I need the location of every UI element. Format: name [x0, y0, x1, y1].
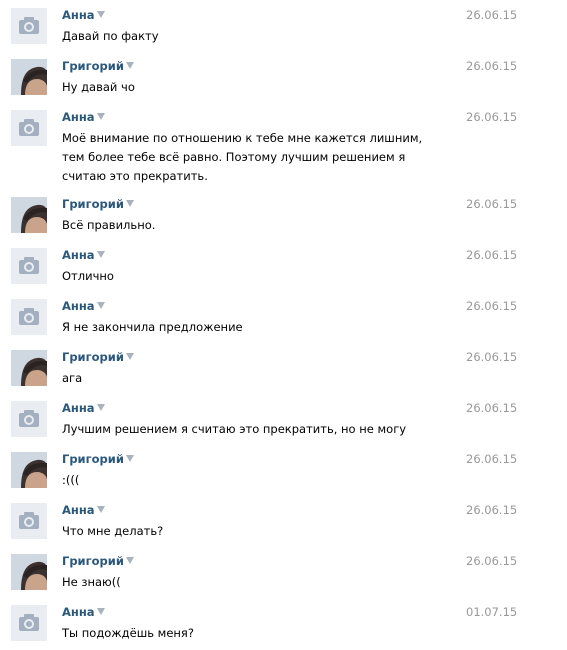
user-photo: [11, 350, 47, 386]
camera-icon: [11, 248, 47, 284]
message-text: Моё внимание по отношению к тебе мне каж…: [62, 131, 423, 183]
author-name[interactable]: Григорий: [62, 58, 134, 74]
message-date[interactable]: 26.06.15: [466, 109, 517, 125]
avatar[interactable]: [11, 8, 47, 44]
message-date[interactable]: 26.06.15: [466, 451, 517, 467]
author-name[interactable]: Григорий: [62, 451, 134, 467]
message-date[interactable]: 26.06.15: [466, 502, 517, 518]
avatar[interactable]: [11, 350, 47, 386]
user-photo: [11, 59, 47, 95]
message-text: Ты подождёшь меня?: [62, 626, 194, 640]
author-name[interactable]: Григорий: [62, 553, 134, 569]
camera-icon: [11, 503, 47, 539]
avatar[interactable]: [11, 401, 47, 437]
camera-icon: [11, 605, 47, 641]
avatar[interactable]: [11, 554, 47, 590]
author-name[interactable]: Анна: [62, 400, 105, 416]
avatar[interactable]: [11, 197, 47, 233]
message-text: Давай по факту: [62, 29, 159, 43]
message-date[interactable]: 26.06.15: [466, 553, 517, 569]
dropdown-caret-icon[interactable]: [125, 353, 134, 360]
message-text: ага: [62, 371, 83, 385]
message-date[interactable]: 26.06.15: [466, 298, 517, 314]
user-photo: [11, 554, 47, 590]
message-date[interactable]: 26.06.15: [466, 7, 517, 23]
dropdown-caret-icon[interactable]: [125, 62, 134, 69]
dropdown-caret-icon[interactable]: [96, 506, 105, 513]
camera-icon: [11, 299, 47, 335]
message-date[interactable]: 26.06.15: [466, 196, 517, 212]
author-name[interactable]: Анна: [62, 7, 105, 23]
author-name[interactable]: Анна: [62, 109, 105, 125]
message-text: Лучшим решением я считаю это прекратить,…: [62, 422, 407, 436]
author-name[interactable]: Григорий: [62, 196, 134, 212]
user-photo: [11, 197, 47, 233]
message-date[interactable]: 26.06.15: [466, 400, 517, 416]
avatar[interactable]: [11, 605, 47, 641]
dropdown-caret-icon[interactable]: [96, 302, 105, 309]
dropdown-caret-icon[interactable]: [96, 608, 105, 615]
dropdown-caret-icon[interactable]: [96, 11, 105, 18]
message-text: Что мне делать?: [62, 524, 164, 538]
dropdown-caret-icon[interactable]: [125, 200, 134, 207]
author-name[interactable]: Григорий: [62, 349, 134, 365]
dropdown-caret-icon[interactable]: [96, 251, 105, 258]
dropdown-caret-icon[interactable]: [96, 113, 105, 120]
user-photo: [11, 452, 47, 488]
avatar[interactable]: [11, 248, 47, 284]
camera-icon: [11, 8, 47, 44]
dropdown-caret-icon[interactable]: [96, 404, 105, 411]
message-text: :(((: [62, 473, 80, 487]
camera-icon: [11, 401, 47, 437]
dropdown-caret-icon[interactable]: [125, 455, 134, 462]
message-date[interactable]: 26.06.15: [466, 247, 517, 263]
message-date[interactable]: 01.07.15: [466, 604, 517, 620]
message-date[interactable]: 26.06.15: [466, 349, 517, 365]
avatar[interactable]: [11, 299, 47, 335]
author-name[interactable]: Анна: [62, 604, 105, 620]
avatar[interactable]: [11, 59, 47, 95]
message-date[interactable]: 26.06.15: [466, 58, 517, 74]
author-name[interactable]: Анна: [62, 502, 105, 518]
message-text: Ну давай чо: [62, 80, 135, 94]
camera-icon: [11, 110, 47, 146]
author-name[interactable]: Анна: [62, 298, 105, 314]
avatar[interactable]: [11, 503, 47, 539]
message-text: Я не закончила предложение: [62, 320, 243, 334]
message-text: Не знаю((: [62, 575, 121, 589]
dropdown-caret-icon[interactable]: [125, 557, 134, 564]
message-text: Отлично: [62, 269, 114, 283]
author-name[interactable]: Анна: [62, 247, 105, 263]
message-text: Всё правильно.: [62, 218, 156, 232]
avatar[interactable]: [11, 110, 47, 146]
avatar[interactable]: [11, 452, 47, 488]
